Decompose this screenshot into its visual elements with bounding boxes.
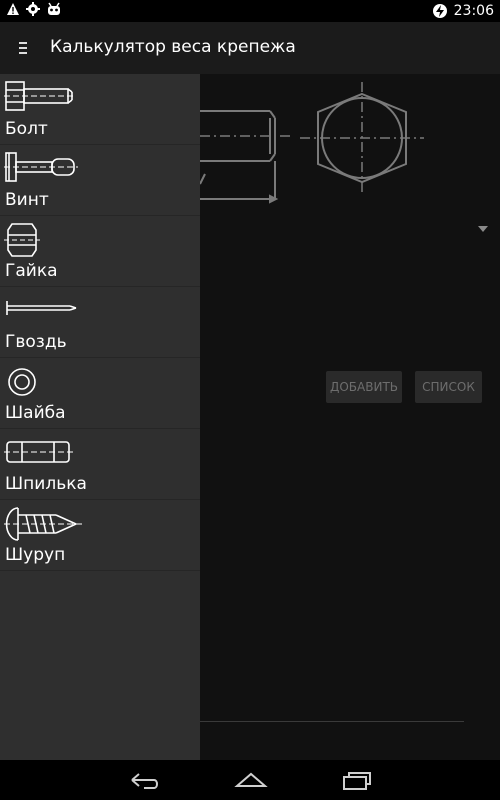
page-title: Калькулятор веса крепежа (50, 37, 296, 57)
drawer-item-label: Винт (5, 190, 49, 210)
list-button[interactable]: СПИСОК (415, 371, 482, 403)
battery-charging-icon (432, 4, 447, 18)
status-time: 23:06 (453, 3, 494, 19)
back-icon[interactable] (126, 768, 160, 792)
drawer-item-label: Шпилька (5, 474, 87, 494)
nut-icon (4, 223, 40, 257)
settings-icon (26, 2, 40, 16)
nail-icon (6, 301, 77, 315)
bolt-icon (4, 81, 76, 111)
warning-icon (7, 3, 19, 15)
dropdown-arrow-icon[interactable] (478, 226, 488, 232)
navigation-drawer: Болт Винт Гайка Гвоздь Шайба Шпилька Шур… (0, 74, 200, 760)
status-icons-left (6, 2, 62, 16)
drawer-item-stud[interactable]: Шпилька (0, 429, 200, 500)
status-bar: 23:06 (0, 0, 500, 22)
recents-icon[interactable] (340, 768, 374, 792)
drawer-item-label: Шайба (5, 403, 66, 423)
drawer-item-nail[interactable]: Гвоздь (0, 287, 200, 358)
home-icon[interactable] (234, 768, 268, 792)
menu-icon (19, 42, 27, 44)
wood-screw-icon (4, 507, 84, 541)
drawer-item-nut[interactable]: Гайка (0, 216, 200, 287)
drawer-item-screw[interactable]: Винт (0, 145, 200, 216)
menu-icon-line (19, 47, 27, 49)
action-bar: Калькулятор веса крепежа (0, 22, 500, 75)
add-button[interactable]: ДОБАВИТЬ (326, 371, 402, 403)
drawer-item-label: Шуруп (5, 545, 66, 565)
drawer-item-wood-screw[interactable]: Шуруп (0, 500, 200, 571)
menu-icon-line (19, 52, 27, 54)
android-icon (48, 2, 60, 15)
drawer-item-label: Болт (5, 119, 48, 139)
status-icons-right: 23:06 (432, 2, 494, 20)
drawer-item-label: Гайка (5, 261, 58, 281)
screw-icon (4, 152, 78, 182)
system-nav-bar (0, 760, 500, 800)
stud-icon (4, 441, 76, 463)
drawer-item-washer[interactable]: Шайба (0, 358, 200, 429)
drawer-toggle-button[interactable] (10, 32, 40, 64)
divider (200, 721, 464, 722)
washer-icon (8, 368, 36, 396)
drawer-item-bolt[interactable]: Болт (0, 74, 200, 145)
drawer-item-label: Гвоздь (5, 332, 67, 352)
